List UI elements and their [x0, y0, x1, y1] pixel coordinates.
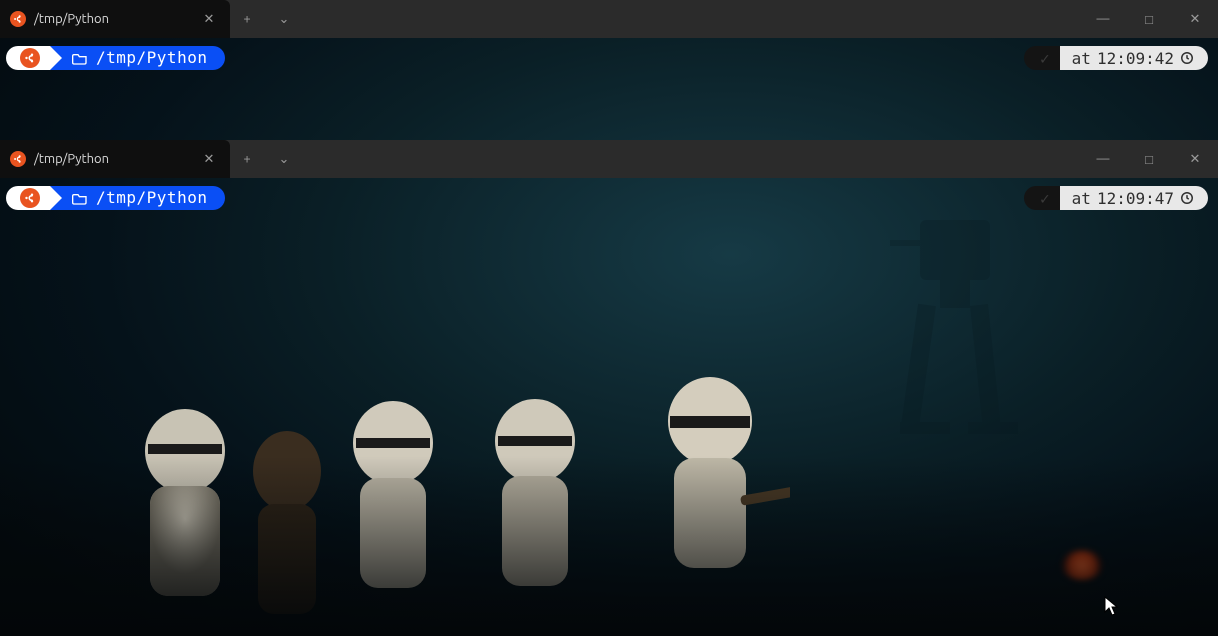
maximize-button[interactable]: □ — [1126, 0, 1172, 38]
terminal-window-1: /tmp/Python ✕ + ⌄ — □ ✕ — [0, 0, 1218, 140]
tab-active[interactable]: /tmp/Python ✕ — [0, 0, 230, 38]
shell-prompt: /tmp/Python — [6, 186, 225, 210]
shell-prompt: /tmp/Python — [6, 46, 225, 70]
folder-open-icon — [72, 51, 88, 65]
status-right: ✓ at 12:09:42 — [1024, 46, 1208, 70]
minimize-button[interactable]: — — [1080, 140, 1126, 178]
titlebar[interactable]: /tmp/Python ✕ + ⌄ — □ ✕ — [0, 140, 1218, 178]
tab-title: /tmp/Python — [34, 152, 192, 166]
ubuntu-icon — [20, 48, 40, 68]
status-right: ✓ at 12:09:47 — [1024, 186, 1208, 210]
close-button[interactable]: ✕ — [1172, 140, 1218, 178]
prompt-os-segment — [6, 186, 50, 210]
terminal-window-2: /tmp/Python ✕ + ⌄ — □ ✕ — [0, 140, 1218, 636]
prompt-path-segment: /tmp/Python — [62, 186, 225, 210]
tab-active[interactable]: /tmp/Python ✕ — [0, 140, 230, 178]
tab-dropdown-button[interactable]: ⌄ — [264, 140, 304, 178]
status-time: at 12:09:47 — [1060, 186, 1208, 210]
terminal-body[interactable]: /tmp/Python ✓ at 12:09:47 — [0, 178, 1218, 216]
status-time-value: 12:09:42 — [1097, 49, 1174, 68]
ubuntu-icon — [20, 188, 40, 208]
status-time-prefix: at — [1072, 189, 1091, 208]
tab-close-button[interactable]: ✕ — [200, 10, 218, 28]
prompt-path-text: /tmp/Python — [96, 46, 207, 70]
close-button[interactable]: ✕ — [1172, 0, 1218, 38]
terminal-body[interactable]: /tmp/Python ✓ at 12:09:42 — [0, 38, 1218, 76]
tab-dropdown-button[interactable]: ⌄ — [264, 0, 304, 38]
titlebar[interactable]: /tmp/Python ✕ + ⌄ — □ ✕ — [0, 0, 1218, 38]
folder-open-icon — [72, 191, 88, 205]
new-tab-button[interactable]: + — [230, 140, 264, 178]
maximize-button[interactable]: □ — [1126, 140, 1172, 178]
tab-close-button[interactable]: ✕ — [200, 150, 218, 168]
status-check-icon: ✓ — [1024, 186, 1060, 210]
clock-icon — [1180, 191, 1194, 205]
status-time-prefix: at — [1072, 49, 1091, 68]
prompt-os-segment — [6, 46, 50, 70]
clock-icon — [1180, 51, 1194, 65]
status-time-value: 12:09:47 — [1097, 189, 1174, 208]
ubuntu-icon — [10, 11, 26, 27]
tab-title: /tmp/Python — [34, 12, 192, 26]
ubuntu-icon — [10, 151, 26, 167]
status-check-icon: ✓ — [1024, 46, 1060, 70]
status-time: at 12:09:42 — [1060, 46, 1208, 70]
prompt-path-segment: /tmp/Python — [62, 46, 225, 70]
prompt-path-text: /tmp/Python — [96, 186, 207, 210]
mouse-cursor-icon — [1104, 596, 1118, 616]
new-tab-button[interactable]: + — [230, 0, 264, 38]
minimize-button[interactable]: — — [1080, 0, 1126, 38]
